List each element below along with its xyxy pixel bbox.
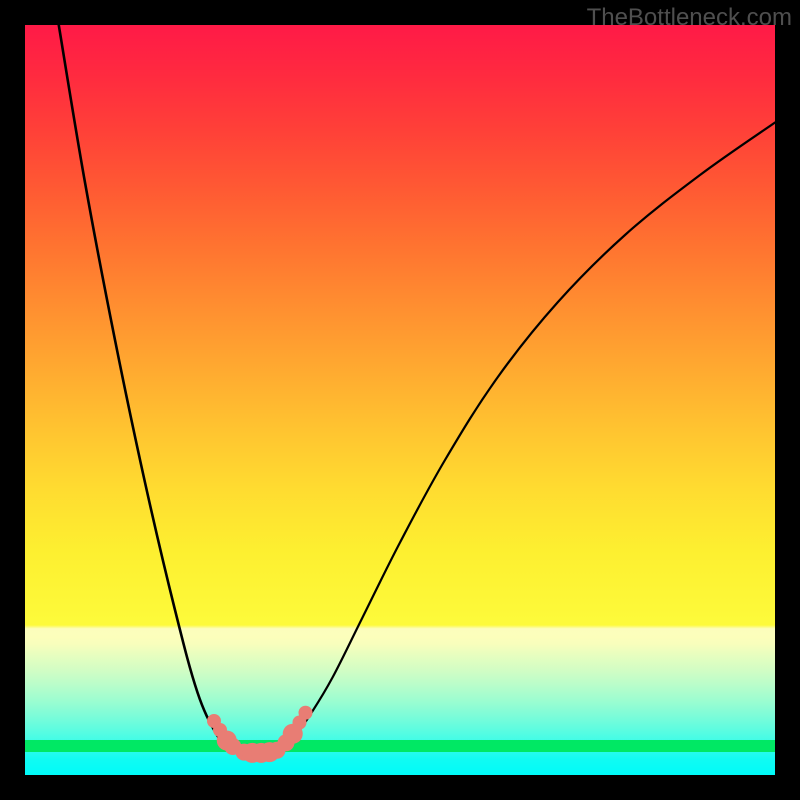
curve-right-arm [279, 123, 776, 751]
curve-lines [59, 25, 775, 753]
curve-left-arm [59, 25, 238, 750]
curve-markers [207, 706, 313, 763]
watermark-text: TheBottleneck.com [587, 4, 792, 32]
chart-svg [25, 25, 775, 775]
marker-right_cluster [299, 706, 313, 720]
chart-plot-area [25, 25, 775, 775]
